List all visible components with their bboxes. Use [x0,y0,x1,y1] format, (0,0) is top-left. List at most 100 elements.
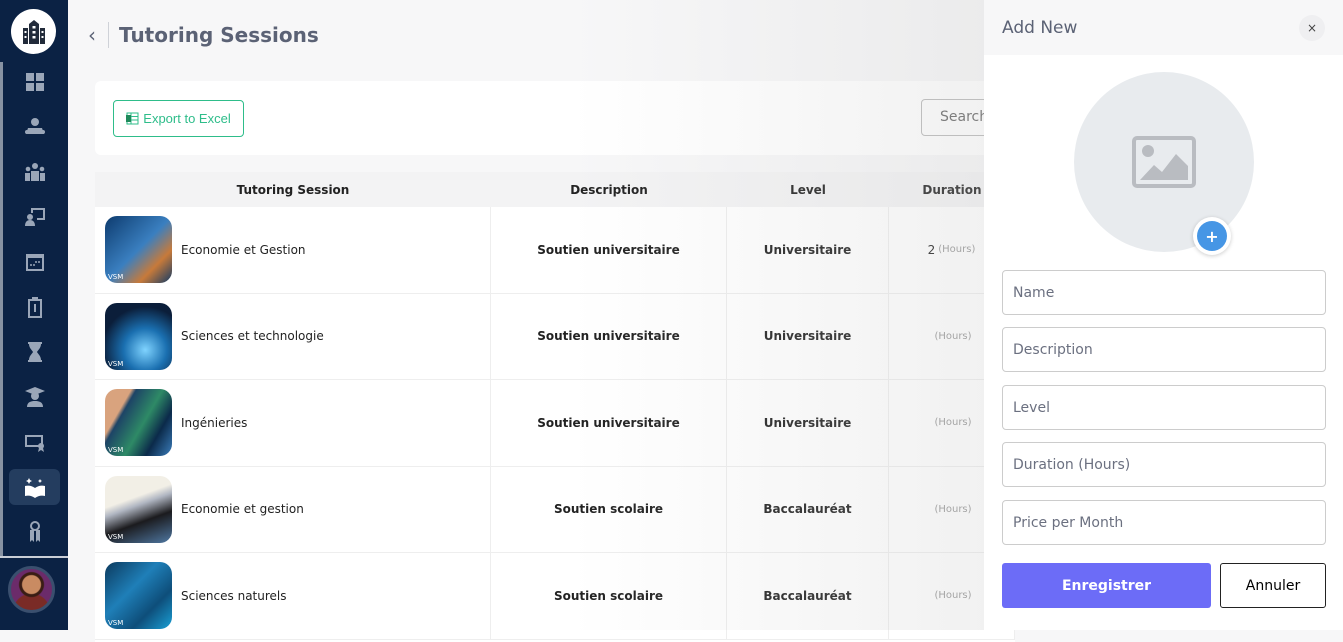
session-thumbnail: VSM [105,562,172,630]
cancel-button[interactable]: Annuler [1220,563,1326,608]
description-cell: Soutien universitaire [491,207,727,293]
dashboard-icon [25,73,44,91]
panel-title: Add New [1002,17,1078,38]
sidebar-item-graduate[interactable] [9,379,60,415]
teacher-board-icon [24,208,45,226]
page-title: Tutoring Sessions [119,23,319,47]
sidebar-item-calendar[interactable] [9,244,60,280]
description-field[interactable]: Description [1002,327,1326,372]
panel-header: Add New × [984,0,1343,55]
building-logo-icon [22,19,45,44]
page-header: ‹ Tutoring Sessions [88,22,319,48]
table-row[interactable]: VSM Ingénieries Soutien universitaire Uni… [95,380,1015,467]
hourglass-icon [27,342,42,362]
tutoring-book-icon [24,478,45,498]
thumbnail-badge: VSM [108,273,124,282]
sidebar-item-teacher-board[interactable] [9,199,60,235]
sidebar-item-invoice[interactable] [9,289,60,325]
session-thumbnail: VSM [105,475,172,543]
price-placeholder: Price per Month [1013,514,1124,531]
duration-field[interactable]: Duration (Hours) [1002,442,1326,487]
session-thumbnail: VSM [105,302,172,370]
sidebar [0,0,68,630]
session-cell: VSM Economie et gestion [95,466,491,552]
duration-unit: (Hours) [934,590,972,602]
duration-unit: (Hours) [934,503,972,515]
level-cell: Universitaire [727,207,889,293]
avatar[interactable] [8,566,55,613]
sidebar-item-reading-student[interactable] [9,109,60,145]
description-cell: Soutien scolaire [491,553,727,639]
description-placeholder: Description [1013,341,1093,358]
sidebar-item-keys[interactable] [9,514,60,550]
level-field[interactable]: Level [1002,385,1326,430]
table-row[interactable]: VSM Economie et gestion Soutien scolaire … [95,466,1015,553]
duration-unit: (Hours) [934,417,972,429]
session-cell: VSM Economie et Gestion [95,207,491,293]
column-header[interactable]: Tutoring Session [95,172,491,207]
export-label: Export to Excel [143,111,231,126]
sidebar-item-tutoring-book[interactable] [9,469,60,505]
back-button[interactable]: ‹ [88,23,106,47]
sidebar-item-certificate[interactable] [9,424,60,460]
level-cell: Baccalauréat [727,466,889,552]
save-button[interactable]: Enregistrer [1002,563,1211,608]
name-placeholder: Name [1013,284,1055,301]
description-cell: Soutien universitaire [491,293,727,379]
table-header: Tutoring Session Description Level Durat… [95,172,1015,207]
column-header[interactable]: Description [491,172,727,207]
sidebar-item-hourglass[interactable] [9,334,60,370]
session-cell: VSM Ingénieries [95,380,491,466]
thumbnail-badge: VSM [108,619,124,628]
sidebar-item-dashboard[interactable] [9,64,60,100]
duration-unit: (Hours) [938,244,976,256]
session-cell: VSM Sciences naturels [95,553,491,639]
thumbnail-badge: VSM [108,532,124,541]
upload-image-button[interactable]: + [1193,217,1231,255]
sidebar-item-group[interactable] [9,154,60,190]
keys-icon [29,521,40,542]
session-thumbnail: VSM [105,216,172,284]
level-cell: Universitaire [727,380,889,466]
column-header[interactable]: Level [727,172,889,207]
session-name: Economie et Gestion [181,242,306,257]
name-field[interactable]: Name [1002,270,1326,315]
duration-value: 2 [927,242,936,257]
thumbnail-badge: VSM [108,446,124,455]
excel-icon [126,112,139,125]
invoice-icon [27,297,42,318]
certificate-icon [24,435,44,452]
sidebar-divider [0,556,68,558]
duration-unit: (Hours) [934,330,972,342]
reading-student-icon [24,118,45,134]
description-cell: Soutien scolaire [491,466,727,552]
thumbnail-badge: VSM [108,359,124,368]
group-icon [24,163,45,181]
close-button[interactable]: × [1299,14,1325,41]
toolbar: Export to Excel Search [95,81,1041,155]
session-name: Economie et gestion [181,502,304,517]
level-cell: Universitaire [727,293,889,379]
description-cell: Soutien universitaire [491,380,727,466]
session-name: Sciences naturels [181,588,287,603]
table-row[interactable]: VSM Economie et Gestion Soutien universit… [95,207,1015,294]
price-field[interactable]: Price per Month [1002,500,1326,545]
table-row[interactable]: VSM Sciences et technologie Soutien unive… [95,293,1015,380]
export-excel-button[interactable]: Export to Excel [113,100,244,137]
session-name: Sciences et technologie [181,329,324,344]
session-cell: VSM Sciences et technologie [95,293,491,379]
plus-icon: + [1197,221,1227,251]
calendar-icon [25,254,44,271]
level-cell: Baccalauréat [727,553,889,639]
table-row[interactable]: VSM Sciences naturels Soutien scolaire Ba… [95,553,1015,640]
add-new-panel: Add New × + Name Description Level Durat… [984,0,1343,630]
logo[interactable] [11,9,56,54]
level-placeholder: Level [1013,399,1050,416]
sessions-table: Tutoring Session Description Level Durat… [95,172,1015,642]
session-name: Ingénieries [181,415,248,430]
image-placeholder-icon [1132,136,1196,188]
duration-placeholder: Duration (Hours) [1013,456,1131,473]
sidebar-scrollbar[interactable] [0,62,3,556]
graduate-icon [24,387,45,407]
divider [108,22,109,48]
